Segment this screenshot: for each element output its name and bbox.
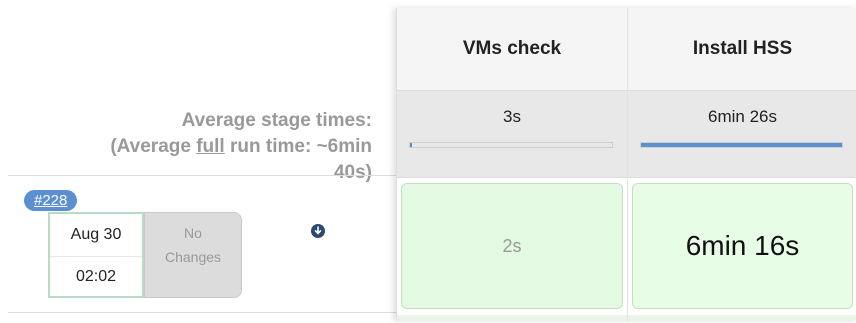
changes-line2: Changes bbox=[164, 249, 222, 265]
changes-line1: No bbox=[184, 225, 202, 241]
avg-suffix: run time: ~6min bbox=[224, 136, 372, 157]
avg-label-line1: Average stage times: bbox=[181, 110, 372, 131]
stage-column-vms-check: VMs check 3s 2s bbox=[397, 8, 628, 321]
arrow-down-icon bbox=[314, 226, 322, 235]
row-divider bbox=[8, 175, 396, 176]
stage-cell-install-hss[interactable]: 6min 16s bbox=[632, 183, 853, 309]
stage-header-vms-check[interactable]: VMs check bbox=[397, 8, 627, 91]
avg-label-line3: 40s) bbox=[333, 162, 372, 183]
stage-cell-area: 2s bbox=[397, 178, 627, 323]
build-date: Aug 30 bbox=[50, 214, 142, 257]
avg-prefix: (Average bbox=[110, 136, 197, 157]
next-row-strip bbox=[628, 315, 856, 321]
stage-average-vms-check: 3s bbox=[397, 91, 627, 178]
build-number-badge[interactable]: #228 bbox=[24, 190, 78, 211]
download-icon[interactable] bbox=[311, 224, 325, 238]
stage-average-install-hss: 6min 26s bbox=[628, 91, 856, 178]
changes-box[interactable]: No Changes bbox=[144, 212, 242, 298]
stage-avg-progress-fill bbox=[641, 143, 842, 147]
stage-cell-time: 2s bbox=[502, 235, 522, 256]
avg-label-line2: (Average full run time: ~6min bbox=[12, 134, 372, 160]
stage-cell-vms-check[interactable]: 2s bbox=[401, 183, 623, 309]
full-run-link[interactable]: full bbox=[196, 136, 225, 157]
row-bottom-divider bbox=[8, 312, 396, 313]
build-date-box[interactable]: Aug 30 02:02 bbox=[48, 212, 144, 298]
stage-cell-area: 6min 16s bbox=[628, 178, 856, 323]
stage-avg-progress-fill bbox=[410, 143, 413, 147]
build-summary-panel: Average stage times: (Average full run t… bbox=[0, 0, 396, 321]
stage-view-table: VMs check 3s 2s Install HSS 6min 26s 6mi… bbox=[396, 8, 856, 321]
stage-avg-progress-bar bbox=[409, 142, 613, 148]
build-number-link[interactable]: #228 bbox=[34, 192, 67, 209]
stage-header-install-hss[interactable]: Install HSS bbox=[628, 8, 856, 91]
stage-cell-time: 6min 16s bbox=[685, 230, 800, 261]
next-row-strip bbox=[397, 315, 627, 321]
stage-avg-progress-bar bbox=[640, 142, 843, 148]
stage-avg-time: 3s bbox=[503, 107, 521, 126]
stage-avg-time: 6min 26s bbox=[708, 107, 777, 126]
build-time: 02:02 bbox=[75, 268, 117, 285]
stage-column-install-hss: Install HSS 6min 26s 6min 16s bbox=[628, 8, 856, 321]
